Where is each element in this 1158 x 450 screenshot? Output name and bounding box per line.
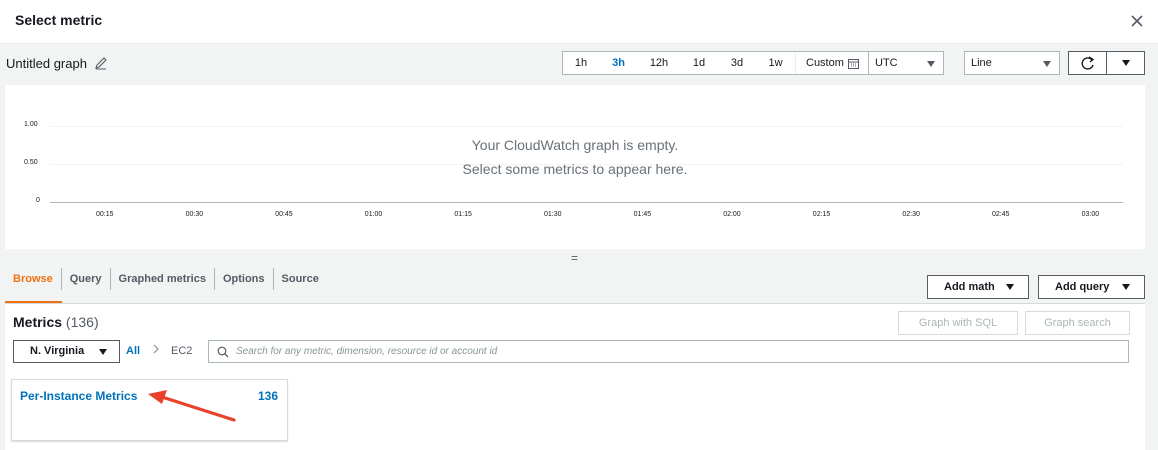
modal-header: Select metric <box>0 0 1158 44</box>
card-title[interactable]: Per-Instance Metrics <box>20 389 137 403</box>
graph-with-sql-button[interactable]: Graph with SQL <box>898 311 1018 335</box>
timezone-select[interactable]: UTC <box>869 52 943 74</box>
timezone-value: UTC <box>875 57 898 69</box>
chart-type-select[interactable]: Line <box>964 51 1060 75</box>
x-tick: 02:00 <box>723 211 741 218</box>
range-1d[interactable]: 1d <box>680 52 718 74</box>
x-tick: 02:45 <box>992 211 1010 218</box>
add-query-button[interactable]: Add query <box>1038 275 1145 299</box>
add-query-label: Add query <box>1055 281 1110 293</box>
breadcrumb-all[interactable]: All <box>126 345 140 357</box>
x-tick: 02:30 <box>902 211 920 218</box>
add-math-button[interactable]: Add math <box>927 275 1029 299</box>
x-tick: 01:30 <box>544 211 562 218</box>
custom-label: Custom <box>806 57 844 69</box>
x-tick: 01:45 <box>633 211 652 218</box>
graph-area: 1.00 0.50 0 00:15 00:30 00:45 01:00 01:15 01:… <box>5 85 1145 249</box>
refresh-options-button[interactable] <box>1106 51 1145 75</box>
metric-tabs: Browse Query Graphed metrics Options Sou… <box>5 268 327 304</box>
refresh-button[interactable] <box>1068 51 1107 75</box>
refresh-icon <box>1081 56 1095 70</box>
metrics-count: (136) <box>65 314 99 330</box>
tab-query[interactable]: Query <box>62 268 111 290</box>
region-select[interactable]: N. Virginia <box>13 340 120 363</box>
gridline <box>50 126 1123 127</box>
metrics-heading: Metrics (136) <box>13 314 99 330</box>
breadcrumb-namespace: EC2 <box>171 345 193 357</box>
y-tick: 0 <box>36 197 40 204</box>
chevron-down-icon <box>99 349 107 355</box>
resize-handle-icon[interactable]: = <box>571 252 583 264</box>
graph-title[interactable]: Untitled graph <box>6 56 87 71</box>
tab-graphed-metrics[interactable]: Graphed metrics <box>111 268 215 290</box>
chevron-down-icon <box>927 61 935 67</box>
close-icon[interactable] <box>1126 10 1148 32</box>
range-custom[interactable]: Custom <box>795 52 869 74</box>
x-tick: 02:15 <box>812 211 831 218</box>
chevron-down-icon <box>1122 284 1130 290</box>
tab-browse[interactable]: Browse <box>5 268 62 290</box>
tab-source[interactable]: Source <box>274 268 327 290</box>
range-12h[interactable]: 12h <box>638 52 680 74</box>
add-math-label: Add math <box>944 281 995 293</box>
range-1w[interactable]: 1w <box>756 52 795 74</box>
chevron-right-icon <box>153 344 159 354</box>
region-value: N. Virginia <box>30 345 85 357</box>
y-tick: 1.00 <box>24 121 38 128</box>
empty-graph-line1: Your CloudWatch graph is empty. <box>471 137 679 153</box>
card-count: 136 <box>257 389 278 403</box>
time-range-group: 1h 3h 12h 1d 3d 1w Custom UTC <box>562 51 944 75</box>
metric-search <box>208 340 1129 363</box>
empty-graph-line2: Select some metrics to appear here. <box>462 161 688 177</box>
metrics-heading-label: Metrics <box>13 314 63 330</box>
x-tick: 00:15 <box>96 211 114 218</box>
chart-type-value: Line <box>971 57 992 69</box>
annotation-arrow-icon <box>148 390 236 422</box>
chevron-down-icon <box>1122 60 1130 66</box>
chevron-down-icon <box>1006 284 1014 290</box>
calendar-icon <box>847 58 859 69</box>
x-axis-line <box>50 202 1123 203</box>
x-tick: 00:30 <box>185 211 204 218</box>
pencil-icon[interactable] <box>94 56 108 70</box>
range-3d[interactable]: 3d <box>718 52 756 74</box>
chevron-down-icon <box>1043 61 1051 67</box>
tab-options[interactable]: Options <box>215 268 274 290</box>
range-1h[interactable]: 1h <box>563 52 599 74</box>
graph-search-button[interactable]: Graph search <box>1025 311 1130 335</box>
x-tick: 01:15 <box>454 211 472 218</box>
range-3h[interactable]: 3h <box>599 52 638 74</box>
x-tick: 00:45 <box>275 211 293 218</box>
search-input[interactable] <box>236 341 1116 362</box>
x-tick: 01:00 <box>364 211 383 218</box>
modal-title: Select metric <box>15 12 103 28</box>
x-tick: 03:00 <box>1081 211 1100 218</box>
search-icon <box>217 346 229 358</box>
